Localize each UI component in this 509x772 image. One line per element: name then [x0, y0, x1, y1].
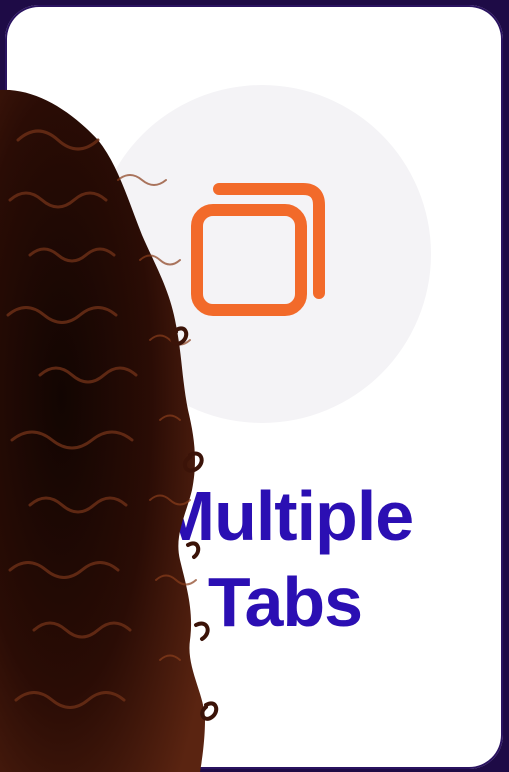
feature-card[interactable]: Multiple Tabs: [5, 5, 503, 769]
feature-title: Multiple Tabs: [115, 473, 455, 645]
feature-title-line-2: Tabs: [207, 563, 363, 641]
feature-card-screen: Multiple Tabs: [0, 0, 509, 772]
feature-title-line-1: Multiple: [156, 477, 414, 555]
multiple-tabs-icon: [183, 181, 333, 331]
